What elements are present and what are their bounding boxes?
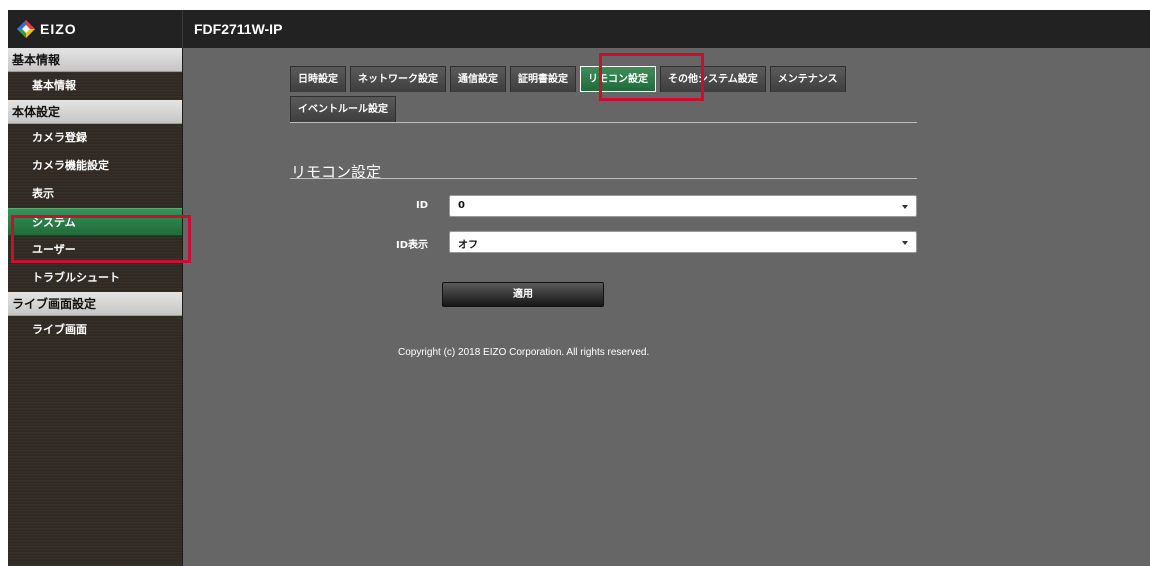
id-display-select-value: オフ <box>458 240 478 251</box>
sidebar-item-users[interactable]: ユーザー <box>8 236 182 264</box>
top-bar: EIZO FDF2711W-IP <box>8 10 1150 48</box>
chevron-down-icon <box>902 205 908 209</box>
sidebar-item-live-screen[interactable]: ライブ画面 <box>8 316 182 344</box>
sidebar-item-display[interactable]: 表示 <box>8 180 182 208</box>
sidebar-section-device-settings: 本体設定 <box>8 100 182 124</box>
eizo-logo-icon <box>17 20 35 38</box>
sidebar-edge <box>182 48 183 566</box>
copyright-text: Copyright (c) 2018 EIZO Corporation. All… <box>398 347 650 358</box>
sidebar: 基本情報 基本情報 本体設定 カメラ登録 カメラ機能設定 表示 システム ユーザ… <box>8 48 182 566</box>
id-label: ID <box>415 200 428 211</box>
tabs-underline <box>290 122 917 123</box>
apply-button[interactable]: 適用 <box>442 282 604 307</box>
id-display-label: ID表示 <box>395 240 428 251</box>
tab-remote-control[interactable]: リモコン設定 <box>580 66 656 92</box>
tab-row-2: イベントルール設定 <box>290 96 400 122</box>
sidebar-item-system[interactable]: システム <box>8 208 182 236</box>
tab-network[interactable]: ネットワーク設定 <box>350 66 446 92</box>
model-name: FDF2711W-IP <box>194 21 283 37</box>
sidebar-item-troubleshoot[interactable]: トラブルシュート <box>8 264 182 292</box>
app-window: EIZO FDF2711W-IP 基本情報 基本情報 本体設定 カメラ登録 カメ… <box>8 10 1150 566</box>
chevron-down-icon <box>902 241 908 245</box>
tab-row-1: 日時設定 ネットワーク設定 通信設定 証明書設定 リモコン設定 その他システム設… <box>290 66 850 92</box>
tab-event-rule[interactable]: イベントルール設定 <box>290 96 396 122</box>
id-select-value: 0 <box>458 200 465 211</box>
sidebar-item-camera-function-settings[interactable]: カメラ機能設定 <box>8 152 182 180</box>
topbar-divider <box>182 10 183 48</box>
tab-date-time[interactable]: 日時設定 <box>290 66 346 92</box>
id-display-select[interactable]: オフ <box>449 231 917 253</box>
section-divider <box>290 178 917 179</box>
eizo-logo: EIZO <box>16 18 77 40</box>
tab-communication[interactable]: 通信設定 <box>450 66 506 92</box>
sidebar-item-basic-info[interactable]: 基本情報 <box>8 72 182 100</box>
logo-text: EIZO <box>40 21 77 37</box>
tab-other-system[interactable]: その他システム設定 <box>660 66 766 92</box>
id-select[interactable]: 0 <box>449 195 917 217</box>
tab-maintenance[interactable]: メンテナンス <box>769 66 846 92</box>
sidebar-section-basic-info: 基本情報 <box>8 48 182 72</box>
sidebar-item-camera-registration[interactable]: カメラ登録 <box>8 124 182 152</box>
sidebar-section-live-screen-settings: ライブ画面設定 <box>8 292 182 316</box>
tab-certificate[interactable]: 証明書設定 <box>510 66 576 92</box>
